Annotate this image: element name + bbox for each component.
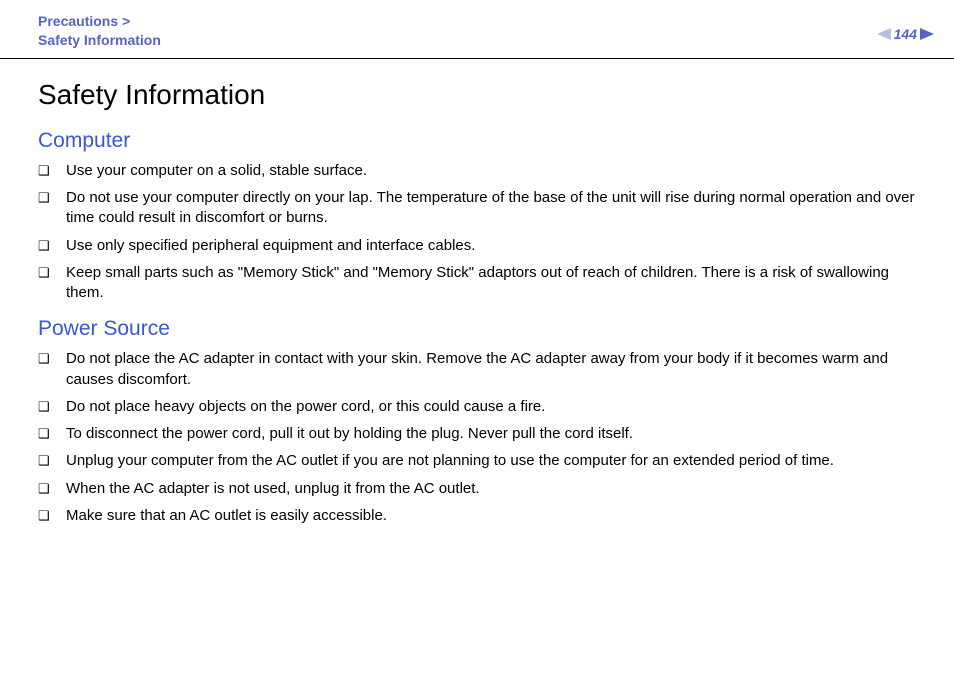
list-item: ❑Use your computer on a solid, stable su… xyxy=(38,161,916,181)
list-item-text: Unplug your computer from the AC outlet … xyxy=(66,451,916,471)
list-item: ❑Keep small parts such as "Memory Stick"… xyxy=(38,263,916,304)
bullet-icon: ❑ xyxy=(38,424,66,443)
bullet-icon: ❑ xyxy=(38,188,66,207)
list-item: ❑To disconnect the power cord, pull it o… xyxy=(38,424,916,444)
section-heading-power-source: Power Source xyxy=(38,317,916,341)
list-item: ❑Do not use your computer directly on yo… xyxy=(38,188,916,229)
list-item-text: Do not place heavy objects on the power … xyxy=(66,397,916,417)
bullet-icon: ❑ xyxy=(38,349,66,368)
bullet-icon: ❑ xyxy=(38,263,66,282)
list-item-text: When the AC adapter is not used, unplug … xyxy=(66,479,916,499)
list-item-text: Do not use your computer directly on you… xyxy=(66,188,916,229)
prev-page-arrow-icon[interactable] xyxy=(877,28,891,40)
bullet-icon: ❑ xyxy=(38,451,66,470)
breadcrumb-parent[interactable]: Precautions > xyxy=(38,12,161,31)
computer-list: ❑Use your computer on a solid, stable su… xyxy=(38,161,916,304)
list-item: ❑Make sure that an AC outlet is easily a… xyxy=(38,506,916,526)
list-item: ❑Unplug your computer from the AC outlet… xyxy=(38,451,916,471)
list-item-text: Keep small parts such as "Memory Stick" … xyxy=(66,263,916,304)
page-number: 144 xyxy=(894,26,917,42)
bullet-icon: ❑ xyxy=(38,479,66,498)
list-item: ❑When the AC adapter is not used, unplug… xyxy=(38,479,916,499)
next-page-arrow-icon[interactable] xyxy=(920,28,934,40)
list-item-text: Make sure that an AC outlet is easily ac… xyxy=(66,506,916,526)
breadcrumb-current: Safety Information xyxy=(38,31,161,50)
list-item-text: Do not place the AC adapter in contact w… xyxy=(66,349,916,390)
list-item: ❑Use only specified peripheral equipment… xyxy=(38,236,916,256)
section-heading-computer: Computer xyxy=(38,129,916,153)
breadcrumb: Precautions > Safety Information xyxy=(38,12,161,50)
page-content: Safety Information Computer ❑Use your co… xyxy=(0,59,954,526)
list-item: ❑Do not place heavy objects on the power… xyxy=(38,397,916,417)
page-title: Safety Information xyxy=(38,79,916,111)
page-nav: 144 xyxy=(877,12,934,42)
list-item-text: Use only specified peripheral equipment … xyxy=(66,236,916,256)
bullet-icon: ❑ xyxy=(38,236,66,255)
bullet-icon: ❑ xyxy=(38,397,66,416)
list-item-text: Use your computer on a solid, stable sur… xyxy=(66,161,916,181)
power-source-list: ❑Do not place the AC adapter in contact … xyxy=(38,349,916,526)
list-item: ❑Do not place the AC adapter in contact … xyxy=(38,349,916,390)
page-header: Precautions > Safety Information 144 xyxy=(0,0,954,59)
list-item-text: To disconnect the power cord, pull it ou… xyxy=(66,424,916,444)
bullet-icon: ❑ xyxy=(38,161,66,180)
bullet-icon: ❑ xyxy=(38,506,66,525)
